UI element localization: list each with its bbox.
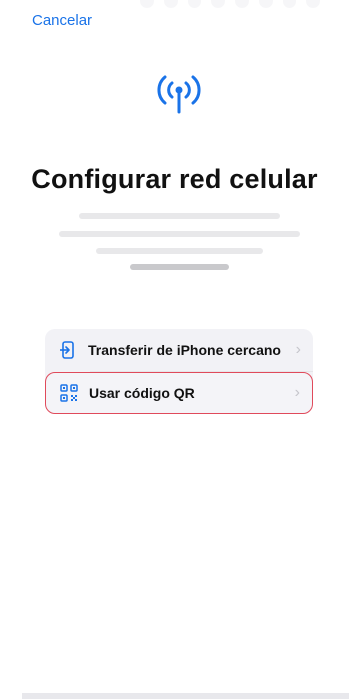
bottom-bar	[22, 693, 349, 699]
status-dot	[235, 0, 249, 8]
options-list: Transferir de iPhone cercano › Usar códi…	[45, 329, 313, 414]
status-dot	[282, 0, 297, 8]
status-dot	[163, 0, 178, 8]
status-dot	[258, 0, 273, 8]
phone-transfer-icon	[59, 341, 77, 359]
status-dot	[187, 0, 202, 8]
cancel-button[interactable]: Cancelar	[32, 12, 92, 29]
use-qr-code-option[interactable]: Usar código QR ›	[45, 372, 313, 414]
option-label: Transferir de iPhone cercano	[88, 342, 281, 358]
antenna-signal-icon	[154, 70, 204, 116]
status-dot	[211, 0, 225, 8]
description-line	[130, 264, 229, 270]
status-dot	[140, 0, 154, 8]
chevron-right-icon: ›	[294, 384, 300, 401]
option-label: Usar código QR	[89, 385, 195, 401]
chevron-right-icon: ›	[295, 341, 301, 358]
page-title: Configurar red celular	[31, 164, 318, 194]
description-line	[79, 213, 280, 219]
description-line	[96, 248, 263, 254]
top-status-dots	[140, 0, 320, 10]
description-line	[59, 231, 300, 237]
transfer-from-iphone-option[interactable]: Transferir de iPhone cercano ›	[45, 329, 313, 371]
status-dot	[306, 0, 320, 8]
qr-code-icon	[60, 384, 78, 402]
